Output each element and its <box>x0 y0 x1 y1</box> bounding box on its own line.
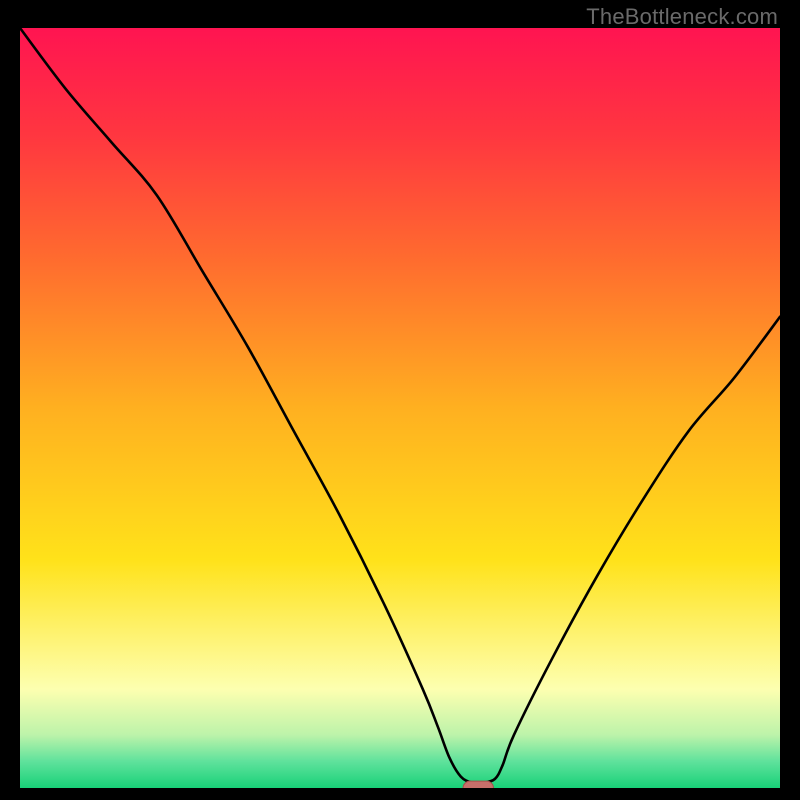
bottleneck-chart <box>20 28 780 788</box>
optimal-marker <box>463 781 493 788</box>
chart-frame <box>20 28 780 788</box>
gradient-background <box>20 28 780 788</box>
watermark-text: TheBottleneck.com <box>586 4 778 30</box>
